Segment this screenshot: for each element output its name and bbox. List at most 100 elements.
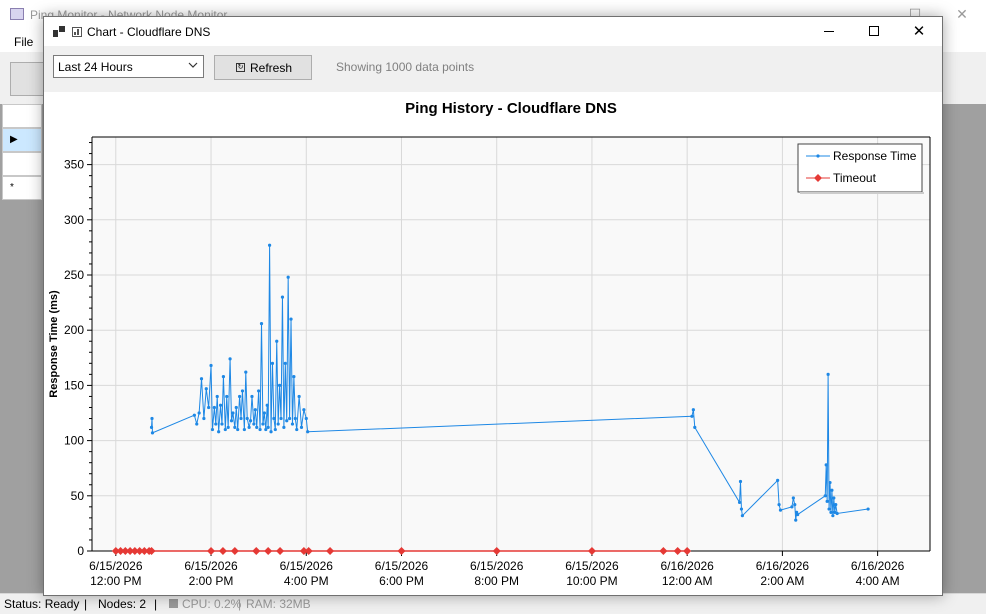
response-time-point xyxy=(244,370,248,374)
response-time-point xyxy=(691,408,695,412)
x-tick-label-date: 6/16/2026 xyxy=(851,559,905,573)
chevron-down-icon xyxy=(188,62,198,68)
response-time-point xyxy=(212,405,216,410)
x-tick-label-time: 4:00 PM xyxy=(284,574,329,588)
x-tick-label-time: 12:00 AM xyxy=(662,574,713,588)
x-tick-label-time: 10:00 PM xyxy=(566,574,617,588)
response-time-point xyxy=(215,394,219,399)
x-tick-label-date: 6/16/2026 xyxy=(756,559,810,573)
response-time-point xyxy=(796,512,800,517)
response-time-point xyxy=(794,518,798,522)
response-time-point xyxy=(306,430,310,434)
response-time-point xyxy=(290,422,295,426)
response-time-point xyxy=(228,357,232,361)
x-tick-label-date: 6/15/2026 xyxy=(470,559,524,573)
response-time-point xyxy=(287,416,292,421)
response-time-point xyxy=(280,295,285,299)
x-tick-label-time: 2:00 PM xyxy=(189,574,234,588)
y-tick-label: 300 xyxy=(64,213,84,227)
y-tick-label: 250 xyxy=(64,268,84,282)
response-time-point xyxy=(285,419,289,423)
response-time-point xyxy=(264,427,268,432)
response-time-point xyxy=(293,416,297,421)
response-time-point xyxy=(292,374,296,379)
response-time-point xyxy=(204,387,208,391)
response-time-point xyxy=(236,427,240,432)
chart-window: Chart - Cloudflare DNS ✕ Last 24 Hours ↻… xyxy=(43,16,943,596)
response-time-point xyxy=(829,510,833,514)
close-icon[interactable]: ✕ xyxy=(952,4,972,24)
response-time-point xyxy=(835,511,839,516)
response-time-point xyxy=(830,488,834,492)
time-range-select[interactable]: Last 24 Hours xyxy=(53,55,204,78)
x-tick-label-date: 6/16/2026 xyxy=(660,559,714,573)
chart-icon xyxy=(72,27,82,37)
response-time-point xyxy=(283,361,287,365)
response-time-point xyxy=(225,394,229,399)
y-tick-label: 200 xyxy=(64,323,84,337)
response-time-point xyxy=(150,431,155,435)
maximize-button[interactable] xyxy=(851,17,897,46)
response-time-point xyxy=(248,419,253,423)
response-time-point xyxy=(279,416,283,421)
x-tick-label-time: 8:00 PM xyxy=(474,574,519,588)
response-time-point xyxy=(223,427,227,432)
refresh-button[interactable]: ↻ Refresh xyxy=(214,55,312,80)
response-time-point xyxy=(199,377,204,381)
response-time-point xyxy=(866,507,870,511)
legend[interactable]: Response Time Timeout xyxy=(797,143,924,194)
nodes-count: Nodes: 2 xyxy=(98,597,147,611)
response-time-point xyxy=(266,425,270,429)
response-time-point xyxy=(693,425,697,429)
x-axis-ticks: 6/15/202612:00 PM6/15/20262:00 PM6/15/20… xyxy=(89,551,905,588)
status-bar: Status: Ready | Nodes: 2 | CPU: 0.2% | R… xyxy=(0,593,986,614)
x-tick-label-date: 6/15/2026 xyxy=(280,559,334,573)
response-time-point xyxy=(255,425,259,429)
status-separator: | xyxy=(154,597,158,611)
response-time-point xyxy=(777,503,781,507)
data-points-count: Showing 1000 data points xyxy=(336,60,475,74)
response-time-point xyxy=(739,507,744,511)
chart-title-bar: Chart - Cloudflare DNS ✕ xyxy=(44,17,942,46)
response-time-point xyxy=(218,403,223,407)
response-time-point xyxy=(192,413,196,417)
minimize-button[interactable] xyxy=(806,17,852,46)
y-axis-ticks: 0 50 100 150 200 250 300 350 xyxy=(64,142,92,558)
grid-row-header[interactable] xyxy=(2,152,42,176)
response-time-point xyxy=(240,389,245,393)
toolbar-button[interactable] xyxy=(10,62,44,96)
response-time-point xyxy=(209,363,213,368)
response-time-point xyxy=(272,416,276,421)
response-time-point xyxy=(738,479,743,484)
close-icon: ✕ xyxy=(912,23,926,40)
response-time-point xyxy=(824,463,828,467)
response-time-point xyxy=(776,478,780,482)
x-tick-label-date: 6/15/2026 xyxy=(89,559,143,573)
response-time-point xyxy=(834,503,838,507)
response-time-point xyxy=(740,514,745,518)
response-time-point xyxy=(737,500,742,505)
response-time-point xyxy=(793,503,797,507)
grid-row-header[interactable]: ▶ xyxy=(2,128,42,152)
response-time-point xyxy=(245,416,249,421)
response-time-point xyxy=(778,508,783,512)
response-time-point xyxy=(220,422,224,426)
cpu-icon xyxy=(169,599,178,608)
y-tick-label: 150 xyxy=(64,378,84,392)
x-tick-label-date: 6/15/2026 xyxy=(375,559,429,573)
refresh-label: Refresh xyxy=(250,61,293,75)
response-time-point xyxy=(214,422,218,426)
menu-file[interactable]: File xyxy=(14,35,33,49)
response-time-point xyxy=(832,496,836,500)
response-time-point xyxy=(267,243,272,247)
response-time-point xyxy=(242,427,246,432)
response-time-point xyxy=(304,416,308,421)
response-time-point xyxy=(229,419,234,423)
response-time-point xyxy=(827,507,831,511)
status-separator: | xyxy=(84,597,88,611)
grid-row-header-new[interactable]: * xyxy=(2,176,42,200)
response-time-point xyxy=(273,427,277,432)
close-button[interactable]: ✕ xyxy=(896,17,942,46)
response-time-point xyxy=(217,430,221,434)
response-time-point xyxy=(831,514,835,518)
